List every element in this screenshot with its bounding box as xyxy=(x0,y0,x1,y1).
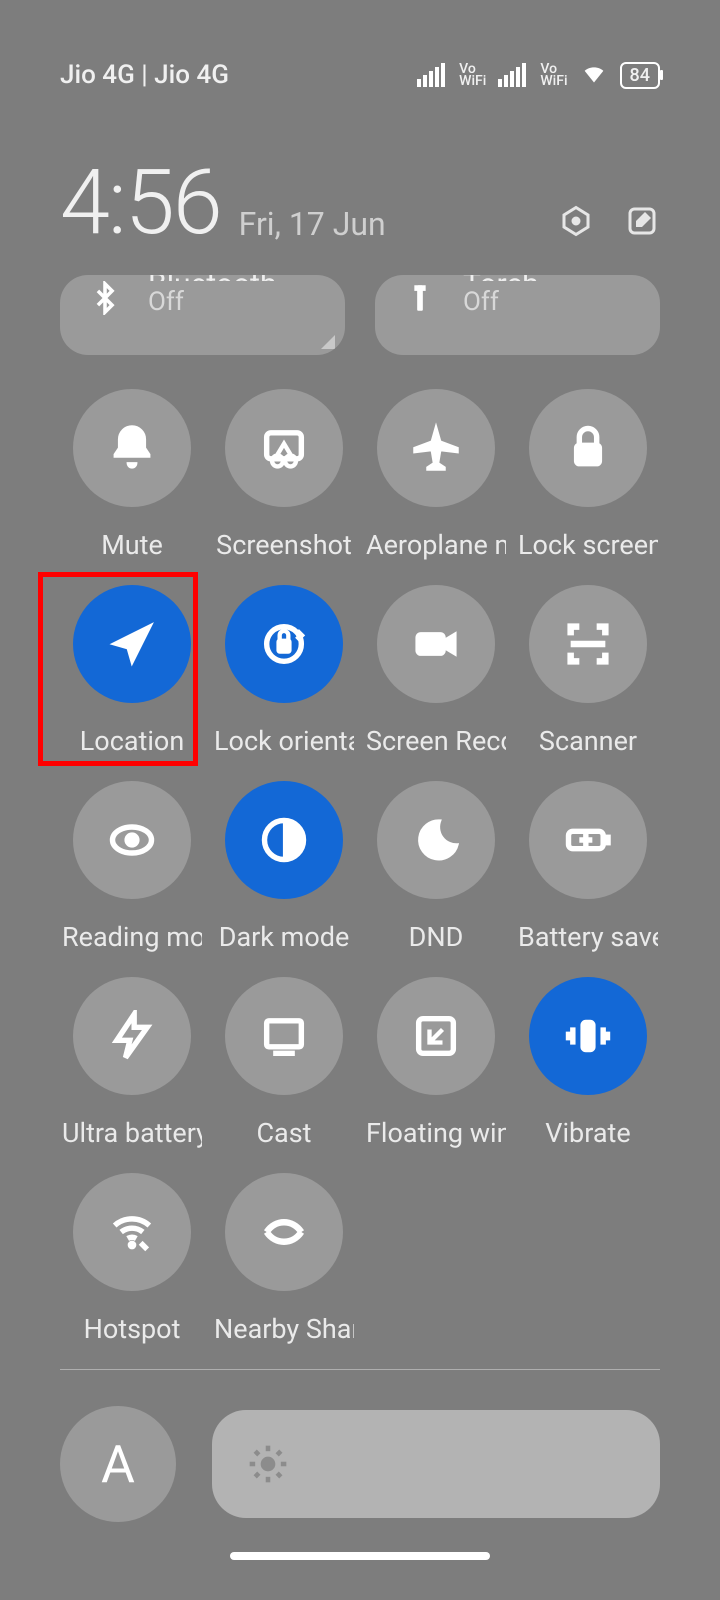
torch-icon xyxy=(403,275,437,315)
wifi-icon xyxy=(580,58,608,93)
tile-label: DND xyxy=(409,921,464,953)
video-icon xyxy=(377,585,495,703)
vowifi-label-2: VoWiFi xyxy=(540,63,567,87)
brightness-icon xyxy=(246,1442,290,1486)
tile-lockscreen[interactable]: Lock screen xyxy=(512,389,664,585)
tile-label: Battery saver xyxy=(518,921,658,953)
home-indicator[interactable] xyxy=(230,1552,490,1560)
tile-label: Screenshot xyxy=(216,529,352,561)
signal-icon xyxy=(417,63,445,87)
tile-label: Reading mode xyxy=(62,921,202,953)
status-bar: Jio 4G | Jio 4G VoWiFi VoWiFi 84 xyxy=(0,0,720,150)
scan-icon xyxy=(529,585,647,703)
tile-cast[interactable]: Cast xyxy=(208,977,360,1173)
tile-label: Location xyxy=(80,725,184,757)
floating-icon xyxy=(377,977,495,1095)
battery-indicator: 84 xyxy=(620,62,660,89)
auto-brightness-label: A xyxy=(101,1434,135,1495)
tile-screenshot[interactable]: Screenshot xyxy=(208,389,360,585)
cast-icon xyxy=(225,977,343,1095)
tile-label: Vibrate xyxy=(545,1117,630,1149)
tile-floatingwin[interactable]: Floating windows xyxy=(360,977,512,1173)
quick-settings-grid: Mute Screenshot Aeroplane mode Lock screen L… xyxy=(0,385,720,1369)
tile-label: Cast xyxy=(256,1117,311,1149)
tile-aeroplane[interactable]: Aeroplane mode xyxy=(360,389,512,585)
lock-icon xyxy=(529,389,647,507)
tile-dnd[interactable]: DND xyxy=(360,781,512,977)
torch-state: Off xyxy=(463,287,539,317)
bluetooth-title: Bluetooth xyxy=(148,275,277,281)
tile-location[interactable]: Location xyxy=(56,585,208,781)
tile-label: Screen Recorder xyxy=(366,725,506,757)
bluetooth-icon xyxy=(88,275,122,315)
bolt-icon xyxy=(73,977,191,1095)
tile-readingmode[interactable]: Reading mode xyxy=(56,781,208,977)
tile-label: Mute xyxy=(101,529,163,561)
vibrate-icon xyxy=(529,977,647,1095)
tile-label: Scanner xyxy=(539,725,637,757)
tile-label: Hotspot xyxy=(84,1313,181,1345)
signal-icon-2 xyxy=(498,63,526,87)
contrast-icon xyxy=(225,781,343,899)
vowifi-label-1: VoWiFi xyxy=(459,63,486,87)
bell-icon xyxy=(73,389,191,507)
moon-icon xyxy=(377,781,495,899)
tile-label: Floating windows xyxy=(366,1117,506,1149)
nearby-icon xyxy=(225,1173,343,1291)
edit-icon[interactable] xyxy=(624,203,660,243)
battery-plus-icon xyxy=(529,781,647,899)
tile-batterysaver[interactable]: Battery saver xyxy=(512,781,664,977)
tile-label: Dark mode xyxy=(219,921,350,953)
tile-screenrec[interactable]: Screen Recorder xyxy=(360,585,512,781)
qs-header: 4:56 Fri, 17 Jun xyxy=(0,150,720,275)
screenshot-icon xyxy=(225,389,343,507)
auto-brightness-button[interactable]: A xyxy=(60,1406,176,1522)
clock: 4:56 xyxy=(60,150,221,255)
tile-label: Lock screen xyxy=(518,529,658,561)
torch-tile[interactable]: Torch Off xyxy=(375,275,660,355)
expand-corner-icon[interactable] xyxy=(321,335,335,349)
torch-title: Torch xyxy=(463,275,539,281)
tile-label: Nearby Share xyxy=(214,1313,354,1345)
eye-icon xyxy=(73,781,191,899)
tile-label: Lock orientation xyxy=(214,725,354,757)
tile-label: Ultra battery xyxy=(62,1117,202,1149)
rotate-lock-icon xyxy=(225,585,343,703)
bluetooth-tile[interactable]: Bluetooth Off xyxy=(60,275,345,355)
tile-ultrabattery[interactable]: Ultra battery xyxy=(56,977,208,1173)
tile-scanner[interactable]: Scanner xyxy=(512,585,664,781)
hotspot-icon xyxy=(73,1173,191,1291)
tile-lockorient[interactable]: Lock orientation xyxy=(208,585,360,781)
plane-icon xyxy=(377,389,495,507)
tile-mute[interactable]: Mute xyxy=(56,389,208,585)
settings-icon[interactable] xyxy=(558,203,594,243)
tile-hotspot[interactable]: Hotspot xyxy=(56,1173,208,1369)
bluetooth-state: Off xyxy=(148,287,277,317)
tile-nearbyshare[interactable]: Nearby Share xyxy=(208,1173,360,1369)
tile-label: Aeroplane mode xyxy=(366,529,506,561)
location-icon xyxy=(73,585,191,703)
carrier-label: Jio 4G | Jio 4G xyxy=(60,60,229,90)
tile-darkmode[interactable]: Dark mode xyxy=(208,781,360,977)
brightness-slider[interactable] xyxy=(212,1410,660,1518)
tile-vibrate[interactable]: Vibrate xyxy=(512,977,664,1173)
date: Fri, 17 Jun xyxy=(239,205,386,255)
